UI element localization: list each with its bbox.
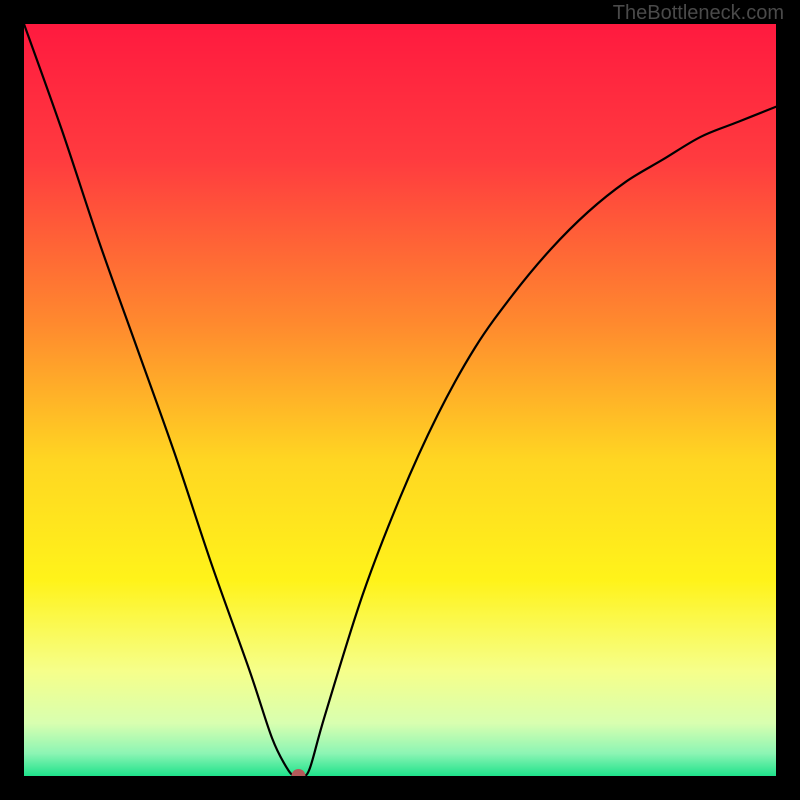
chart-frame	[24, 24, 776, 776]
bottleneck-curve	[24, 24, 776, 776]
optimum-marker	[291, 769, 305, 776]
watermark-text: TheBottleneck.com	[613, 2, 784, 25]
